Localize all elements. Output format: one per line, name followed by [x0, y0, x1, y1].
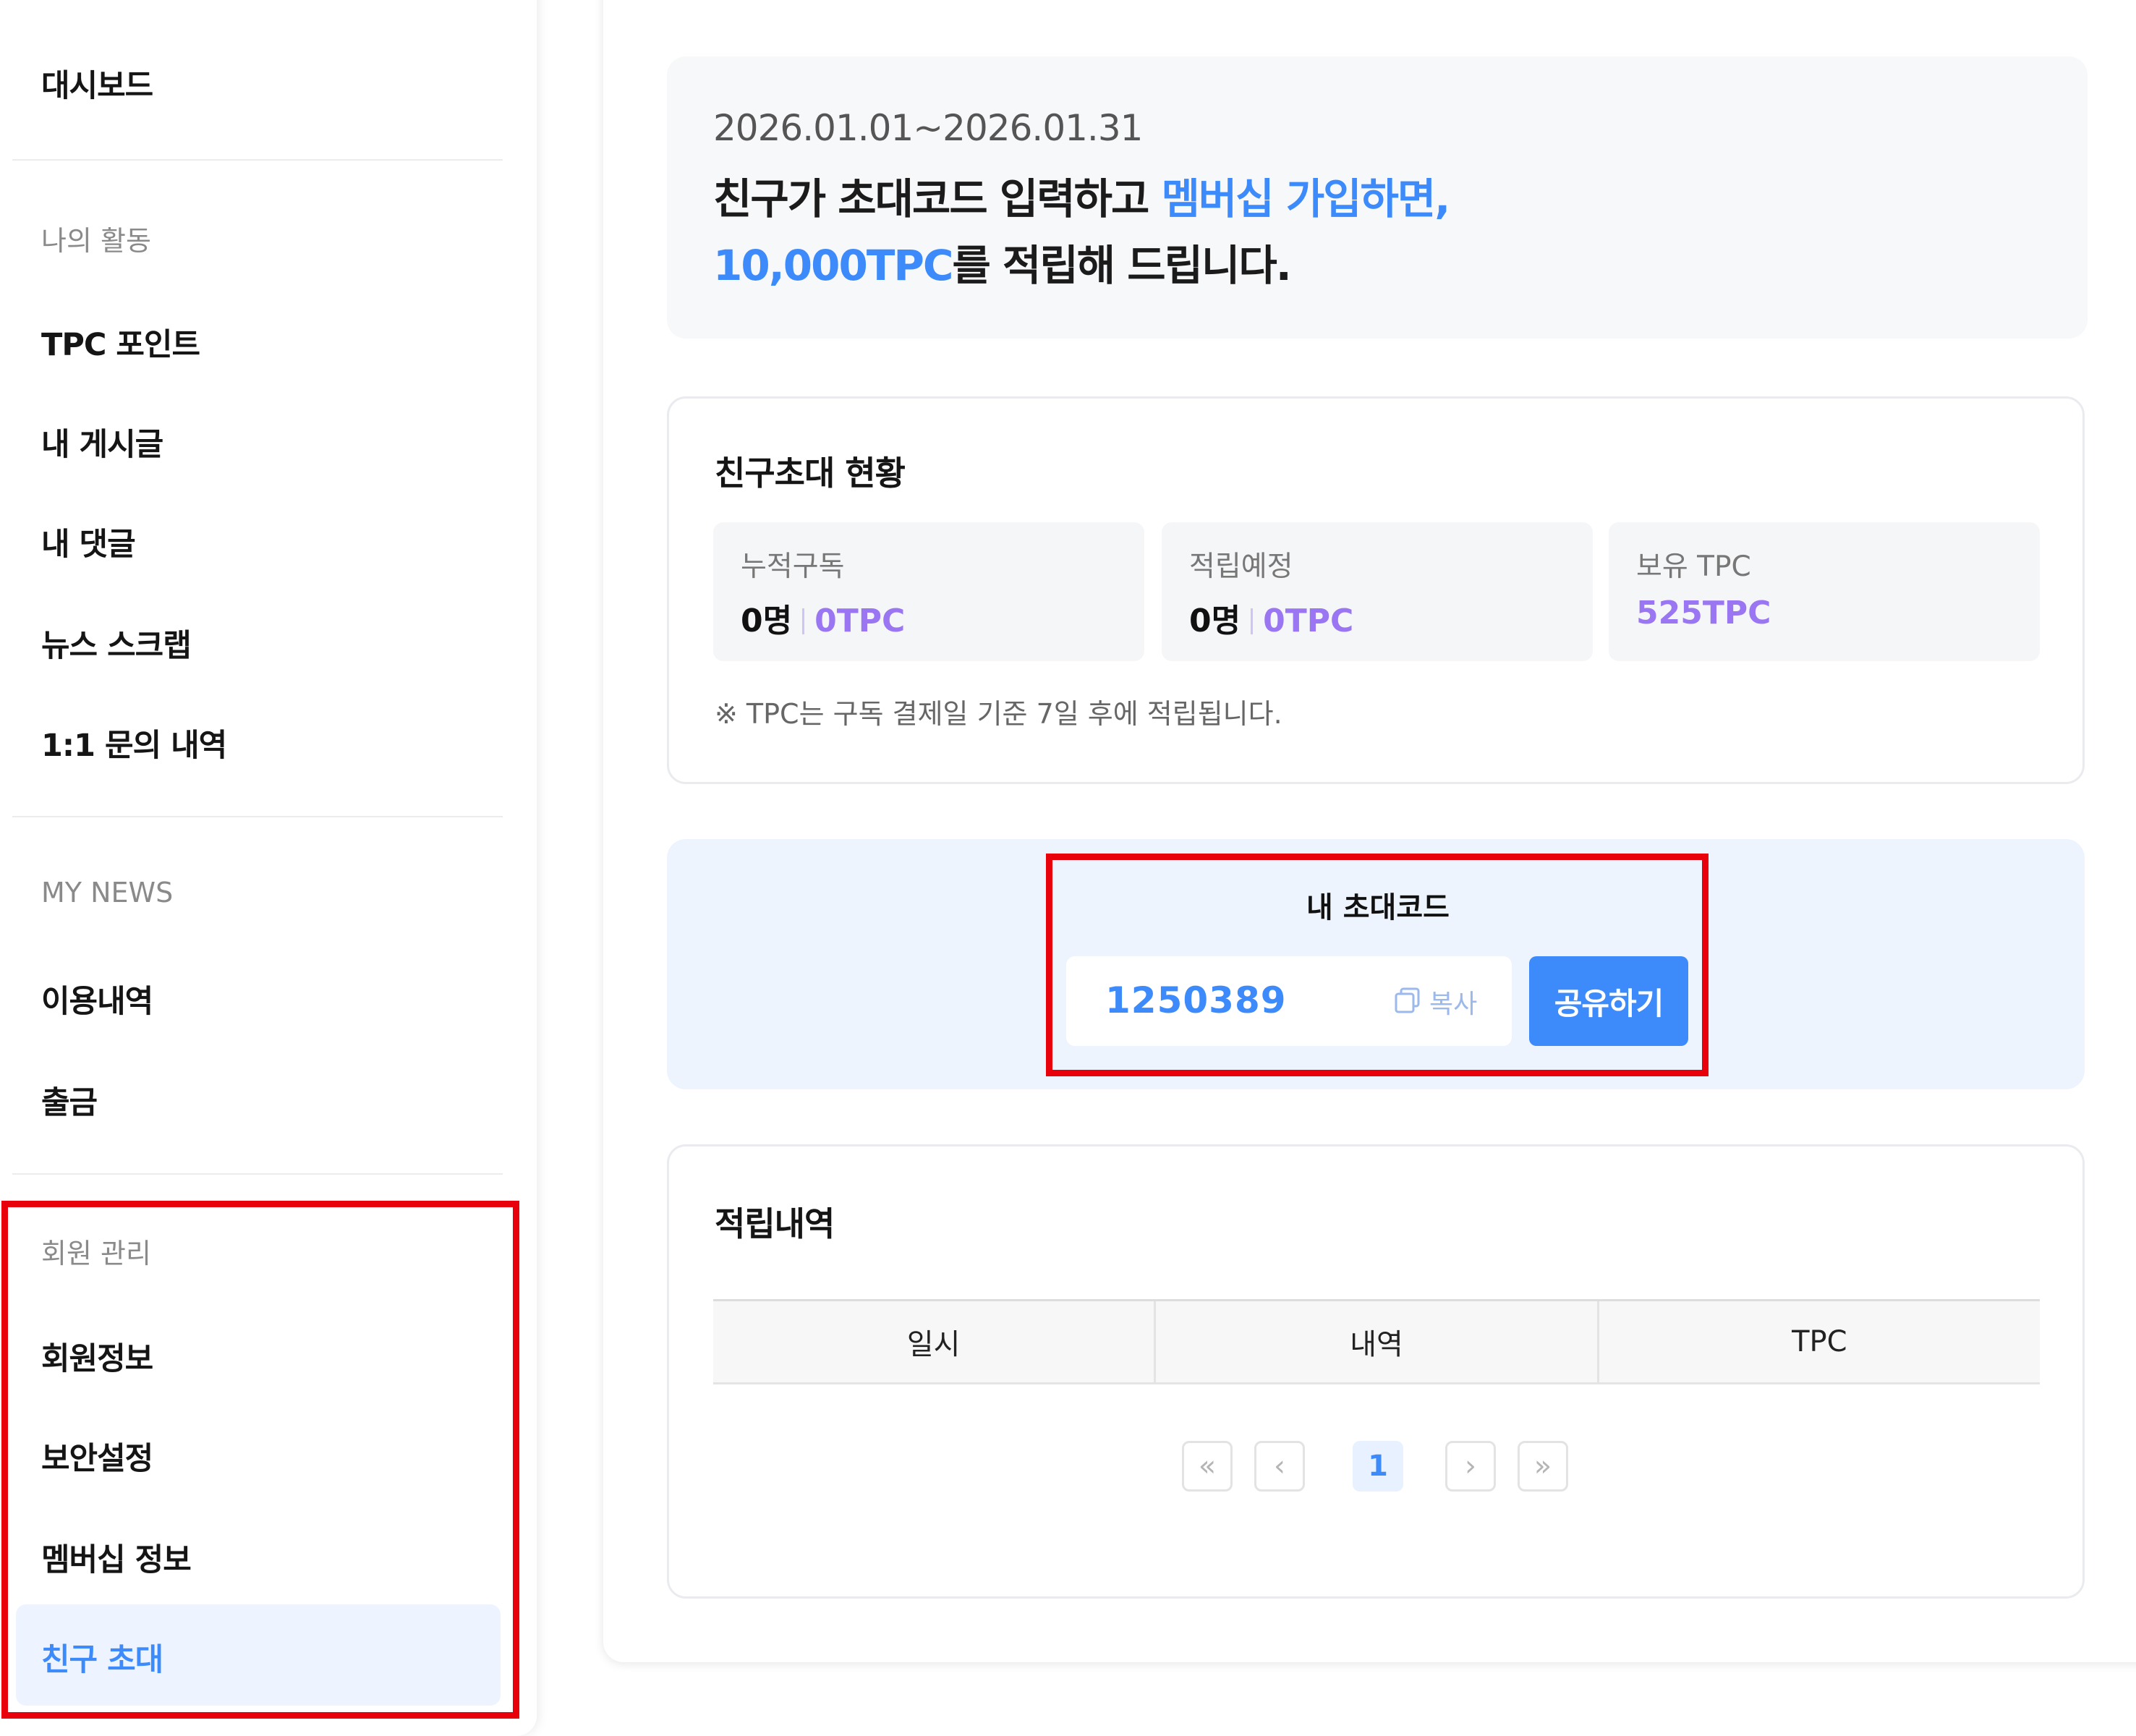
stat-separator [802, 608, 805, 634]
sidebar-section-mynews: MY NEWS [41, 877, 174, 909]
stat-card-pending: 적립예정 0명 0TPC [1162, 522, 1593, 661]
sidebar-item-inquiries[interactable]: 1:1 문의 내역 [41, 720, 227, 765]
stat-value: 0명 0TPC [741, 595, 905, 641]
sidebar-divider [12, 816, 503, 817]
pagination-next-button[interactable]: › [1445, 1441, 1496, 1492]
sidebar-section-member: 회원 관리 [41, 1238, 151, 1269]
stat-count: 0명 [741, 603, 793, 639]
column-header-date: 일시 [713, 1301, 1157, 1382]
promo-text: 를 적립해 드립니다. [952, 241, 1291, 290]
sidebar-item-security[interactable]: 보안설정 [41, 1434, 153, 1478]
copy-button[interactable]: 복사 [1393, 984, 1477, 1020]
tpc-accrual-note: ※ TPC는 구독 결제일 기준 7일 후에 적립됩니다. [715, 698, 1282, 730]
promo-highlight: 멤버십 가입하면, [1161, 174, 1451, 224]
share-button[interactable]: 공유하기 [1529, 956, 1688, 1046]
column-header-tpc: TPC [1792, 1325, 1847, 1358]
stat-label: 적립예정 [1189, 550, 1293, 583]
sidebar-item-my-posts[interactable]: 내 게시글 [41, 420, 163, 464]
sidebar-item-my-comments[interactable]: 내 댓글 [41, 519, 136, 564]
stat-value: 0명 0TPC [1189, 595, 1353, 641]
stat-tpc: 525TPC [1636, 595, 1771, 631]
sidebar-item-usage-history[interactable]: 이용내역 [41, 977, 153, 1021]
column-header-details: 내역 [1156, 1301, 1599, 1382]
stat-label: 누적구독 [741, 550, 845, 583]
pagination-prev-button[interactable]: ‹ [1254, 1441, 1305, 1492]
promo-text: 친구가 초대코드 입력하고 [713, 174, 1162, 224]
promo-line-1: 친구가 초대코드 입력하고 멤버십 가입하면, [713, 165, 1451, 226]
promo-line-2: 10,000TPC를 적립해 드립니다. [713, 231, 1292, 292]
sidebar-item-dashboard[interactable]: 대시보드 [41, 61, 153, 106]
invite-code-title: 내 초대코드 [1306, 891, 1450, 924]
copy-label: 복사 [1429, 990, 1478, 1019]
promo-reward-amount: 10,000TPC [713, 241, 953, 290]
pagination-page-1[interactable]: 1 [1353, 1441, 1403, 1492]
copy-icon [1393, 986, 1422, 1018]
stat-value: 525TPC [1636, 595, 1771, 631]
invite-status-title: 친구초대 현황 [715, 454, 906, 493]
sidebar-section-activity: 나의 활동 [41, 225, 151, 257]
sidebar-divider [12, 159, 503, 161]
pagination-last-button[interactable]: » [1518, 1441, 1568, 1492]
stat-tpc: 0TPC [814, 603, 906, 639]
stat-card-owned-tpc: 보유 TPC 525TPC [1609, 522, 2040, 661]
stat-separator [1251, 608, 1254, 634]
stat-card-cumulative: 누적구독 0명 0TPC [713, 522, 1144, 661]
promo-date-range: 2026.01.01~2026.01.31 [713, 107, 1143, 149]
history-table-header: 일시 내역 TPC [713, 1299, 2040, 1384]
invite-code-value: 1250389 [1105, 979, 1287, 1021]
sidebar-item-membership[interactable]: 멤버십 정보 [41, 1535, 192, 1580]
sidebar-item-tpc-points[interactable]: TPC 포인트 [41, 320, 200, 365]
stat-count: 0명 [1189, 603, 1241, 639]
stat-tpc: 0TPC [1263, 603, 1354, 639]
reward-history-title: 적립내역 [715, 1204, 835, 1243]
sidebar-item-news-scrap[interactable]: 뉴스 스크랩 [41, 621, 192, 665]
pagination-first-button[interactable]: « [1182, 1441, 1233, 1492]
sidebar-item-withdrawal[interactable]: 출금 [41, 1078, 98, 1123]
stat-label: 보유 TPC [1636, 550, 1751, 583]
sidebar-item-invite-friends[interactable]: 친구 초대 [41, 1635, 163, 1680]
sidebar-divider [12, 1173, 503, 1175]
sidebar-item-member-info[interactable]: 회원정보 [41, 1334, 153, 1379]
